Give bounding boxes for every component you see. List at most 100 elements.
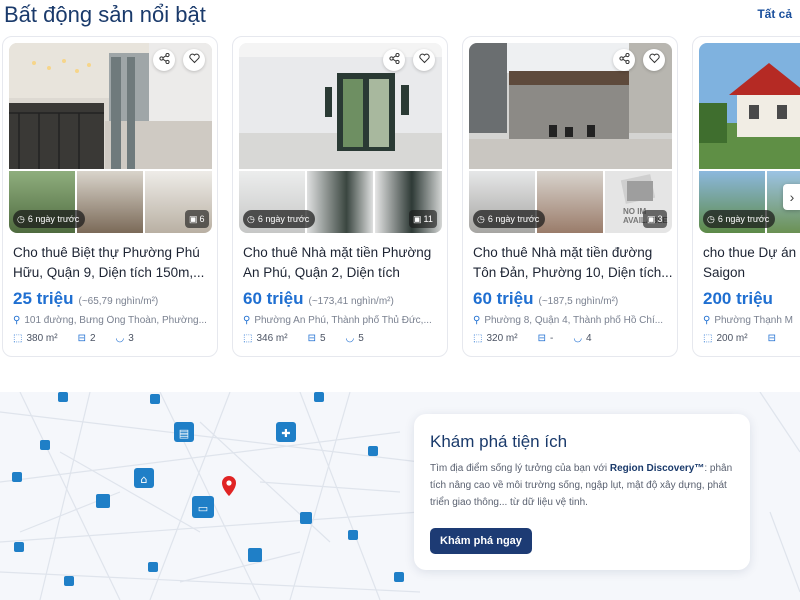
area-value: 346 m² (256, 333, 288, 344)
area-icon: ⬚ (243, 333, 253, 344)
svg-text:✚: ✚ (281, 427, 290, 440)
share-button[interactable] (153, 49, 175, 71)
price-row: 60 triệu (~187,5 nghìn/m²) (473, 289, 618, 309)
posted-time: 6 ngày trước (717, 214, 770, 224)
favorite-button[interactable] (183, 49, 205, 71)
property-title[interactable]: Cho thuê Biệt thự Phường Phú Hữu, Quận 9… (13, 243, 213, 283)
desc-text: Tìm địa điểm sống lý tưởng của bạn với (430, 463, 610, 474)
property-address: ⚲ Phường Thạnh M (703, 315, 800, 326)
image-icon: ▣ (647, 213, 656, 224)
share-icon (158, 51, 170, 69)
photo-count-badge: ▣ 3 (643, 210, 667, 228)
heart-icon (418, 51, 430, 69)
clock-icon: ◷ (247, 213, 255, 224)
explore-now-button[interactable]: Khám phá ngay (430, 528, 532, 554)
image-icon: ▣ (189, 213, 198, 224)
favorite-button[interactable] (643, 49, 665, 71)
svg-text:▭: ▭ (198, 502, 208, 515)
property-title[interactable]: cho thue Dự án Saigon (703, 243, 798, 283)
price-row: 60 triệu (~173,41 nghìn/m²) (243, 289, 394, 309)
property-specs: ⬚ 346 m² ⊟ 5 ◡ 5 (243, 333, 364, 344)
property-address: ⚲ Phường 8, Quận 4, Thành phố Hồ Chí... (473, 315, 673, 326)
posted-time-badge: ◷ 6 ngày trước (473, 210, 546, 228)
bath-icon: ◡ (345, 333, 355, 344)
bedrooms-value: 2 (89, 333, 96, 344)
bathrooms-value: 3 (128, 333, 134, 344)
share-button[interactable] (383, 49, 405, 71)
share-icon (388, 51, 400, 69)
location-pin-icon: ⚲ (243, 315, 251, 326)
posted-time-badge: ◷ 6 ngày trước (13, 210, 86, 228)
property-main-photo[interactable] (9, 43, 212, 169)
property-address: ⚲ Phường An Phú, Thành phố Thủ Đức,... (243, 315, 443, 326)
bed-icon: ⊟ (767, 333, 776, 344)
property-card[interactable]: NO IM AVAILABLE ◷6 ngày trước ▣3 Cho thu… (462, 36, 678, 357)
property-specs: ⬚ 320 m² ⊟ - ◡ 4 (473, 333, 592, 344)
thumbnail-photo[interactable] (307, 171, 373, 233)
posted-time-badge: ◷ 6 ngày trước (243, 210, 316, 228)
share-button[interactable] (613, 49, 635, 71)
clock-icon: ◷ (707, 213, 715, 224)
svg-text:▤: ▤ (179, 427, 189, 440)
brand-name: Region Discovery™ (609, 463, 705, 474)
property-carousel: ◷ 6 ngày trước ▣ 6 Cho thuê Biệt thự Phườn… (0, 36, 800, 361)
bath-icon: ◡ (573, 333, 583, 344)
bathrooms-value: 4 (586, 333, 592, 344)
svg-text:⌂: ⌂ (141, 473, 148, 486)
posted-time: 6 ngày trước (27, 214, 80, 224)
property-price: 60 triệu (473, 289, 534, 308)
thumbnail-photo[interactable] (77, 171, 143, 233)
heart-icon (188, 51, 200, 69)
photo-count: 3 (657, 214, 663, 224)
unit-price: (~173,41 nghìn/m²) (308, 296, 394, 307)
posted-time: 6 ngày trước (257, 214, 310, 224)
discovery-section: ▤ ✚ ⌂ ▭ Khám phá tiện ích Tìm địa điểm sống… (0, 392, 800, 600)
discovery-panel: Khám phá tiện ích Tìm địa điểm sống lý t… (414, 414, 750, 570)
property-specs: ⬚ 380 m² ⊟ 2 ◡ 3 (13, 333, 134, 344)
favorite-button[interactable] (413, 49, 435, 71)
property-card[interactable]: ◷ 6 ngày trước ▣ 11 Cho thuê Nhà mặt tiền … (232, 36, 448, 357)
price-row: 25 triệu (~65,79 nghìn/m²) (13, 289, 158, 309)
property-card[interactable]: ◷ 6 ngày trước ▣ 6 Cho thuê Biệt thự Phườn… (2, 36, 218, 357)
property-main-photo[interactable] (239, 43, 442, 169)
share-icon (618, 51, 630, 69)
property-title[interactable]: Cho thuê Nhà mặt tiền đường Tôn Đản, Phư… (473, 243, 673, 283)
discovery-title: Khám phá tiện ích (430, 432, 568, 451)
area-value: 200 m² (716, 333, 748, 344)
discovery-description: Tìm địa điểm sống lý tưởng của bạn với R… (430, 460, 740, 511)
area-icon: ⬚ (473, 333, 483, 344)
area-icon: ⬚ (703, 333, 713, 344)
section-header: Bất động sản nổi bật Tất cả (0, 0, 800, 32)
bathrooms-value: 5 (358, 333, 364, 344)
location-pin-icon: ⚲ (703, 315, 711, 326)
posted-time: 6 ngày trước (487, 214, 540, 224)
clock-icon: ◷ (477, 213, 485, 224)
address-text: Phường 8, Quận 4, Thành phố Hồ Chí... (484, 315, 664, 326)
location-pin-icon: ⚲ (13, 315, 21, 326)
property-address: ⚲ 101 đường, Bưng Ông Thoàn, Phường... (13, 315, 213, 326)
posted-time-badge: ◷ 6 ngày trước (703, 210, 776, 228)
property-price: 60 triệu (243, 289, 304, 308)
unit-price: (~65,79 nghìn/m²) (78, 296, 159, 307)
address-text: Phường An Phú, Thành phố Thủ Đức,... (254, 315, 432, 326)
property-specs: ⬚ 200 m² ⊟ (703, 333, 776, 344)
clock-icon: ◷ (17, 213, 25, 224)
property-main-photo[interactable] (469, 43, 672, 169)
carousel-next-button[interactable]: › (783, 184, 800, 210)
image-icon: ▣ (413, 213, 422, 224)
property-price: 200 triệu (703, 289, 773, 308)
thumbnail-photo[interactable] (537, 171, 603, 233)
photo-count: 11 (423, 214, 433, 224)
address-text: 101 đường, Bưng Ông Thoàn, Phường... (24, 315, 207, 326)
bedrooms-value: 5 (319, 333, 326, 344)
photo-count: 6 (199, 214, 205, 224)
chevron-right-icon: › (789, 189, 795, 205)
property-title[interactable]: Cho thuê Nhà mặt tiền Phường An Phú, Quậ… (243, 243, 443, 283)
bed-icon: ⊟ (307, 333, 316, 344)
property-main-photo[interactable] (699, 43, 800, 169)
location-pin-icon: ⚲ (473, 315, 481, 326)
bath-icon: ◡ (115, 333, 125, 344)
price-row: 200 triệu (703, 289, 773, 309)
see-all-link[interactable]: Tất cả (757, 7, 792, 21)
bed-icon: ⊟ (537, 333, 546, 344)
